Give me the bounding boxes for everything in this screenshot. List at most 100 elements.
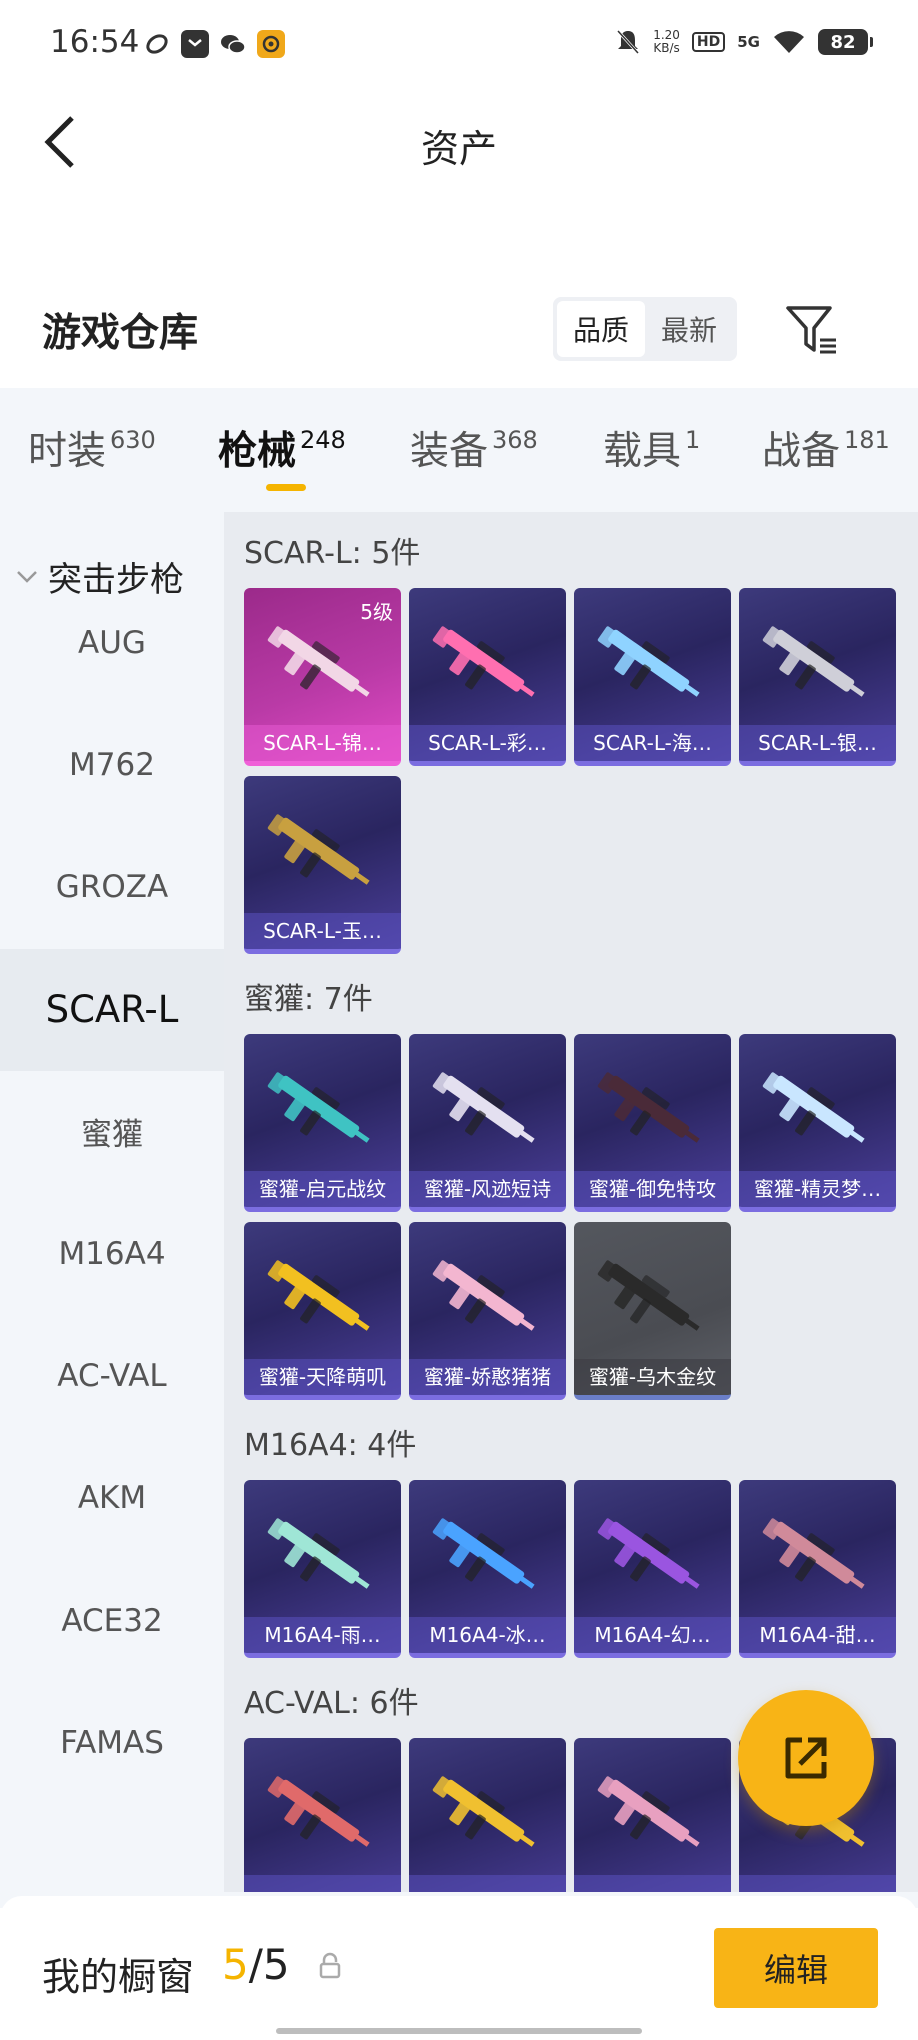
tab-equipment[interactable]: 装备 368 bbox=[410, 420, 538, 476]
rifle-icon bbox=[594, 608, 711, 718]
group-title: 蜜獾: 7件 bbox=[244, 982, 373, 1017]
share-external-icon bbox=[785, 1737, 827, 1779]
sidebar-item-aug[interactable]: AUG bbox=[0, 582, 224, 704]
weapon-skin-card[interactable]: 5级 SCAR-L-锦… bbox=[244, 588, 401, 766]
rifle-icon bbox=[264, 796, 381, 906]
mute-icon bbox=[617, 29, 640, 55]
weapon-skin-name: SCAR-L-锦… bbox=[244, 725, 401, 761]
notification-icons bbox=[143, 30, 285, 58]
sidebar-item-ace32[interactable]: ACE32 bbox=[0, 1560, 224, 1682]
tab-vehicles[interactable]: 载具 1 bbox=[603, 420, 700, 476]
rifle-icon bbox=[759, 1054, 876, 1164]
rifle-icon bbox=[429, 608, 546, 718]
weapon-skin-name: M16A4-雨… bbox=[244, 1617, 401, 1653]
sidebar-item-ac-val[interactable]: AC-VAL bbox=[0, 1315, 224, 1437]
rifle-icon bbox=[429, 1500, 546, 1610]
warehouse-title: 游戏仓库 bbox=[42, 311, 199, 356]
sort-toggle: 品质 最新 bbox=[553, 297, 737, 361]
rifle-icon bbox=[759, 1500, 876, 1610]
group-title: M16A4: 4件 bbox=[244, 1428, 417, 1463]
sort-newest-option[interactable]: 最新 bbox=[645, 301, 733, 357]
rifle-icon bbox=[264, 1758, 381, 1868]
weapon-skin-card[interactable]: M16A4-冰… bbox=[409, 1480, 566, 1658]
level-badge: 5级 bbox=[360, 600, 393, 624]
sort-quality-option[interactable]: 品质 bbox=[557, 301, 645, 357]
weapon-skin-name: M16A4-冰… bbox=[409, 1617, 566, 1653]
home-indicator[interactable] bbox=[276, 2028, 642, 2034]
weapon-skin-name: 蜜獾-天降萌叽 bbox=[244, 1359, 401, 1395]
rifle-icon bbox=[429, 1758, 546, 1868]
weapon-skin-name: 蜜獾-精灵梦… bbox=[739, 1171, 896, 1207]
group-title: AC-VAL: 6件 bbox=[244, 1686, 419, 1721]
lock-icon bbox=[319, 1952, 341, 1979]
showcase-count: 5/5 bbox=[222, 1940, 290, 1989]
sidebar-item-famas[interactable]: FAMAS bbox=[0, 1682, 224, 1804]
app-notification-icon bbox=[143, 30, 171, 58]
rifle-icon bbox=[594, 1500, 711, 1610]
weapon-skin-name bbox=[409, 1875, 566, 1892]
sidebar-item-m762[interactable]: M762 bbox=[0, 704, 224, 826]
sidebar-item-scar-l[interactable]: SCAR-L bbox=[0, 948, 224, 1071]
weapon-skin-card[interactable]: SCAR-L-银… bbox=[739, 588, 896, 766]
message-notification-icon bbox=[181, 30, 209, 58]
weapon-skin-card[interactable]: 蜜獾-精灵梦… bbox=[739, 1034, 896, 1212]
weapon-skin-name: 蜜獾-御免特攻 bbox=[574, 1171, 731, 1207]
sidebar-item-akm[interactable]: AKM bbox=[0, 1437, 224, 1559]
page-title: 资产 bbox=[420, 127, 497, 171]
weapon-skin-card[interactable]: 蜜獾-乌木金纹 bbox=[574, 1222, 731, 1400]
tab-weapons[interactable]: 枪械 248 bbox=[218, 420, 346, 476]
edit-button[interactable]: 编辑 bbox=[714, 1928, 878, 2008]
weapon-skin-name: 蜜獾-风迹短诗 bbox=[409, 1171, 566, 1207]
hd-badge: HD bbox=[691, 32, 726, 52]
rifle-icon bbox=[594, 1758, 711, 1868]
sidebar-item--[interactable]: 蜜獾 bbox=[0, 1071, 224, 1193]
rifle-icon bbox=[594, 1054, 711, 1164]
rifle-icon bbox=[594, 1242, 711, 1352]
weapon-skin-card[interactable] bbox=[244, 1738, 401, 1892]
weapon-skin-card[interactable]: 蜜獾-启元战纹 bbox=[244, 1034, 401, 1212]
wifi-icon bbox=[774, 31, 804, 53]
category-tabs: 时装 630 枪械 248 装备 368 载具 1 战备 181 bbox=[0, 410, 918, 500]
weapon-skin-name: SCAR-L-玉… bbox=[244, 913, 401, 949]
weapon-skin-name: 蜜獾-娇憨猪猪 bbox=[409, 1359, 566, 1395]
nav-bar: 资产 bbox=[0, 100, 918, 190]
weapon-skin-card[interactable]: SCAR-L-海… bbox=[574, 588, 731, 766]
weapon-skin-name: M16A4-甜… bbox=[739, 1617, 896, 1653]
rifle-icon bbox=[264, 1500, 381, 1610]
weapon-skin-card[interactable]: 蜜獾-天降萌叽 bbox=[244, 1222, 401, 1400]
game-app-icon bbox=[257, 30, 285, 58]
filter-icon[interactable] bbox=[784, 302, 840, 358]
tab-supplies[interactable]: 战备 181 bbox=[762, 420, 890, 476]
clock: 16:54 bbox=[50, 24, 140, 60]
weapon-skin-card[interactable]: M16A4-雨… bbox=[244, 1480, 401, 1658]
weapon-skin-card[interactable]: 蜜獾-娇憨猪猪 bbox=[409, 1222, 566, 1400]
weapon-skin-card[interactable]: 蜜獾-御免特攻 bbox=[574, 1034, 731, 1212]
weapon-skin-card[interactable]: M16A4-甜… bbox=[739, 1480, 896, 1658]
tab-fashion[interactable]: 时装 630 bbox=[28, 420, 156, 476]
weapon-skin-name bbox=[739, 1875, 896, 1892]
rifle-icon bbox=[429, 1242, 546, 1352]
network-speed: 1.20 KB/s bbox=[653, 28, 680, 55]
weapon-skin-card[interactable]: SCAR-L-彩… bbox=[409, 588, 566, 766]
weapon-skin-card[interactable] bbox=[409, 1738, 566, 1892]
rifle-icon bbox=[759, 608, 876, 718]
weapon-skin-card[interactable] bbox=[574, 1738, 731, 1892]
sidebar-item-m16a4[interactable]: M16A4 bbox=[0, 1193, 224, 1315]
weapon-skin-card[interactable]: SCAR-L-玉… bbox=[244, 776, 401, 954]
weapon-grid: SCAR-L: 5件 5级 SCAR-L-锦… SCAR-L-彩… SCAR-L-海… S… bbox=[224, 512, 918, 1892]
rifle-icon bbox=[429, 1054, 546, 1164]
weapon-skin-name bbox=[244, 1875, 401, 1892]
weapon-skin-card[interactable]: 蜜獾-风迹短诗 bbox=[409, 1034, 566, 1212]
weapon-skin-card[interactable]: M16A4-幻… bbox=[574, 1480, 731, 1658]
weapon-sidebar: 突击步枪 AUG M762 GROZA SCAR-L 蜜獾 M16A4 AC-VAL AKM A… bbox=[0, 512, 224, 1892]
share-fab-button[interactable] bbox=[738, 1690, 874, 1826]
sidebar-item-groza[interactable]: GROZA bbox=[0, 826, 224, 948]
battery-indicator: 82 bbox=[818, 29, 873, 55]
system-icons: 1.20 KB/s HD 5G 82 bbox=[615, 28, 873, 56]
signal-5g: 5G bbox=[737, 33, 760, 51]
showcase-label: 我的橱窗 bbox=[42, 1955, 195, 1999]
showcase-bar: 我的橱窗 5/5 编辑 bbox=[0, 1896, 918, 2040]
weapon-skin-name bbox=[574, 1875, 731, 1892]
weapon-skin-name: SCAR-L-彩… bbox=[409, 725, 566, 761]
weapon-skin-name: SCAR-L-银… bbox=[739, 725, 896, 761]
